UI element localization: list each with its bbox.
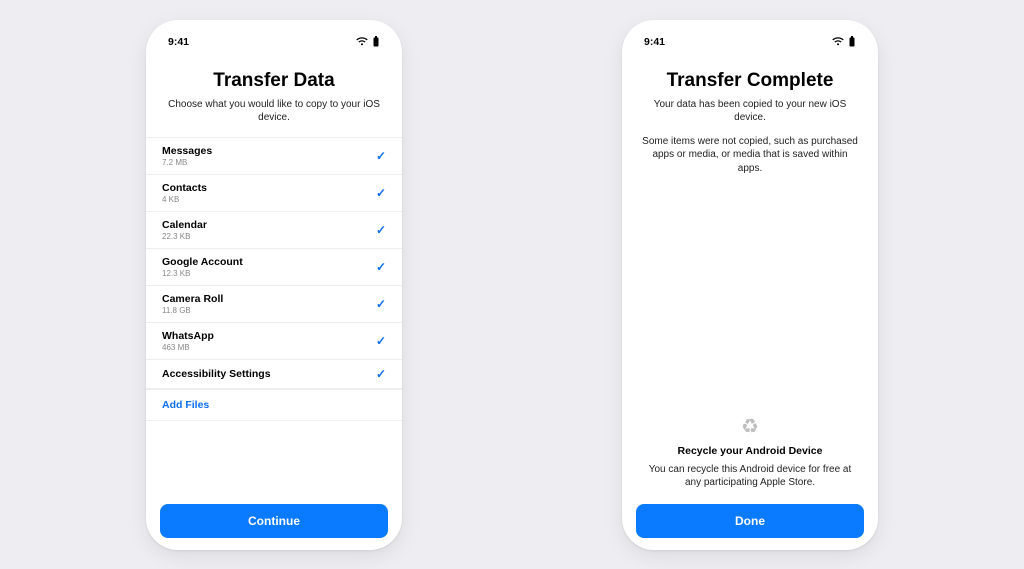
item-name: Camera Roll [162, 293, 223, 305]
item-name: Accessibility Settings [162, 368, 271, 380]
recycle-icon: ♻ [642, 414, 858, 439]
item-name: Calendar [162, 219, 207, 231]
wifi-icon [356, 37, 368, 46]
page-title: Transfer Complete [642, 70, 858, 92]
item-size: 12.3 KB [162, 269, 243, 278]
status-icons [356, 36, 380, 47]
list-item[interactable]: Messages 7.2 MB ✓ [146, 137, 402, 174]
status-time: 9:41 [644, 36, 665, 48]
add-files-link[interactable]: Add Files [146, 389, 402, 421]
transfer-items-list: Messages 7.2 MB ✓ Contacts 4 KB ✓ Calend… [146, 137, 402, 389]
recycle-text: You can recycle this Android device for … [642, 463, 858, 490]
list-item[interactable]: Accessibility Settings ✓ [146, 359, 402, 389]
item-name: Messages [162, 145, 212, 157]
status-bar: 9:41 [146, 30, 402, 52]
battery-icon [848, 36, 856, 47]
check-icon: ✓ [376, 367, 386, 381]
page-subtitle: Your data has been copied to your new iO… [642, 98, 858, 125]
recycle-block: ♻ Recycle your Android Device You can re… [622, 414, 878, 494]
item-size: 463 MB [162, 343, 214, 352]
item-size: 7.2 MB [162, 158, 212, 167]
status-icons [832, 36, 856, 47]
page-title: Transfer Data [166, 70, 382, 92]
list-item[interactable]: Google Account 12.3 KB ✓ [146, 248, 402, 285]
check-icon: ✓ [376, 334, 386, 348]
check-icon: ✓ [376, 223, 386, 237]
check-icon: ✓ [376, 297, 386, 311]
item-name: Contacts [162, 182, 207, 194]
item-name: WhatsApp [162, 330, 214, 342]
recycle-title: Recycle your Android Device [642, 445, 858, 457]
done-button[interactable]: Done [636, 504, 864, 538]
status-time: 9:41 [168, 36, 189, 48]
battery-icon [372, 36, 380, 47]
list-item[interactable]: Calendar 22.3 KB ✓ [146, 211, 402, 248]
header-block: Transfer Complete Your data has been cop… [622, 52, 878, 188]
check-icon: ✓ [376, 260, 386, 274]
item-size: 22.3 KB [162, 232, 207, 241]
secondary-note: Some items were not copied, such as purc… [642, 135, 858, 176]
check-icon: ✓ [376, 186, 386, 200]
check-icon: ✓ [376, 149, 386, 163]
list-item[interactable]: WhatsApp 463 MB ✓ [146, 322, 402, 359]
wifi-icon [832, 37, 844, 46]
list-item[interactable]: Camera Roll 11.8 GB ✓ [146, 285, 402, 322]
status-bar: 9:41 [622, 30, 878, 52]
phone-transfer-data: 9:41 Transfer Data Choose what you would… [146, 20, 402, 550]
page-subtitle: Choose what you would like to copy to yo… [166, 98, 382, 125]
item-size: 4 KB [162, 195, 207, 204]
item-name: Google Account [162, 256, 243, 268]
header-block: Transfer Data Choose what you would like… [146, 52, 402, 137]
continue-button[interactable]: Continue [160, 504, 388, 538]
phone-transfer-complete: 9:41 Transfer Complete Your data has bee… [622, 20, 878, 550]
list-item[interactable]: Contacts 4 KB ✓ [146, 174, 402, 211]
item-size: 11.8 GB [162, 306, 223, 315]
